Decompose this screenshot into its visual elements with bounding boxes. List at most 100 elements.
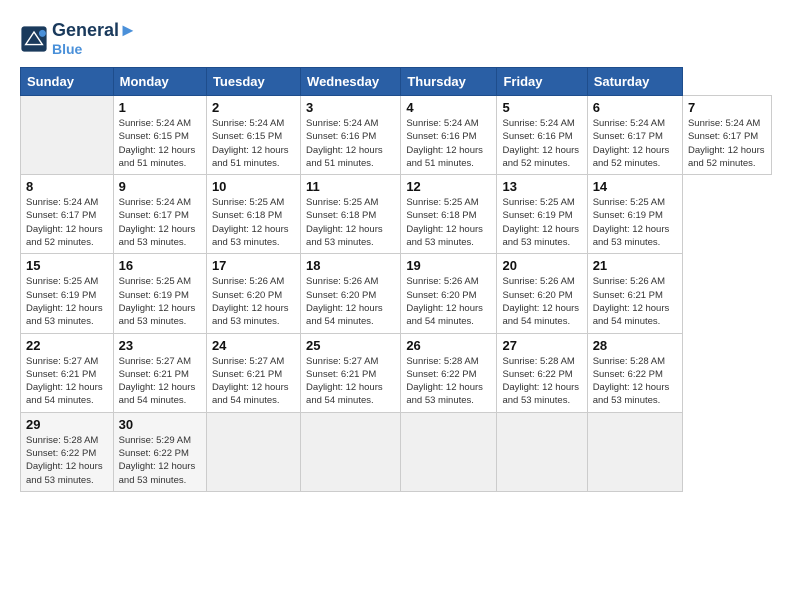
- daylight-text: Daylight: 12 hours and 54 minutes.: [406, 303, 483, 327]
- sunset-text: Sunset: 6:21 PM: [119, 369, 189, 380]
- daylight-text: Daylight: 12 hours and 51 minutes.: [406, 145, 483, 169]
- daylight-text: Daylight: 12 hours and 54 minutes.: [502, 303, 579, 327]
- day-info: Sunrise: 5:27 AM Sunset: 6:21 PM Dayligh…: [306, 355, 395, 408]
- day-number: 7: [688, 100, 766, 115]
- calendar-day-cell: 26 Sunrise: 5:28 AM Sunset: 6:22 PM Dayl…: [401, 333, 497, 412]
- calendar-day-cell: 9 Sunrise: 5:24 AM Sunset: 6:17 PM Dayli…: [113, 175, 206, 254]
- sunset-text: Sunset: 6:15 PM: [119, 131, 189, 142]
- sunset-text: Sunset: 6:22 PM: [26, 448, 96, 459]
- day-number: 4: [406, 100, 491, 115]
- calendar-week-row: 22 Sunrise: 5:27 AM Sunset: 6:21 PM Dayl…: [21, 333, 772, 412]
- day-number: 16: [119, 258, 201, 273]
- day-number: 10: [212, 179, 295, 194]
- calendar-day-cell: 7 Sunrise: 5:24 AM Sunset: 6:17 PM Dayli…: [682, 96, 771, 175]
- day-number: 26: [406, 338, 491, 353]
- calendar-day-cell: 16 Sunrise: 5:25 AM Sunset: 6:19 PM Dayl…: [113, 254, 206, 333]
- sunset-text: Sunset: 6:22 PM: [119, 448, 189, 459]
- day-number: 20: [502, 258, 581, 273]
- day-info: Sunrise: 5:24 AM Sunset: 6:16 PM Dayligh…: [502, 117, 581, 170]
- daylight-text: Daylight: 12 hours and 53 minutes.: [502, 224, 579, 248]
- sunset-text: Sunset: 6:20 PM: [502, 290, 572, 301]
- day-number: 22: [26, 338, 108, 353]
- calendar-header-row: SundayMondayTuesdayWednesdayThursdayFrid…: [21, 68, 772, 96]
- sunrise-text: Sunrise: 5:28 AM: [593, 356, 665, 367]
- day-info: Sunrise: 5:25 AM Sunset: 6:19 PM Dayligh…: [26, 275, 108, 328]
- day-info: Sunrise: 5:26 AM Sunset: 6:20 PM Dayligh…: [306, 275, 395, 328]
- calendar-week-row: 8 Sunrise: 5:24 AM Sunset: 6:17 PM Dayli…: [21, 175, 772, 254]
- logo-text: General► Blue: [52, 20, 137, 57]
- daylight-text: Daylight: 12 hours and 54 minutes.: [119, 382, 196, 406]
- sunrise-text: Sunrise: 5:28 AM: [406, 356, 478, 367]
- sunrise-text: Sunrise: 5:25 AM: [26, 276, 98, 287]
- sunset-text: Sunset: 6:21 PM: [593, 290, 663, 301]
- daylight-text: Daylight: 12 hours and 54 minutes.: [306, 382, 383, 406]
- calendar-day-cell: 17 Sunrise: 5:26 AM Sunset: 6:20 PM Dayl…: [206, 254, 300, 333]
- sunset-text: Sunset: 6:18 PM: [406, 210, 476, 221]
- sunrise-text: Sunrise: 5:24 AM: [502, 118, 574, 129]
- logo-icon: [20, 25, 48, 53]
- weekday-header-thursday: Thursday: [401, 68, 497, 96]
- sunset-text: Sunset: 6:16 PM: [406, 131, 476, 142]
- day-number: 19: [406, 258, 491, 273]
- daylight-text: Daylight: 12 hours and 53 minutes.: [212, 303, 289, 327]
- day-info: Sunrise: 5:25 AM Sunset: 6:18 PM Dayligh…: [212, 196, 295, 249]
- daylight-text: Daylight: 12 hours and 53 minutes.: [26, 303, 103, 327]
- sunrise-text: Sunrise: 5:26 AM: [406, 276, 478, 287]
- day-info: Sunrise: 5:26 AM Sunset: 6:20 PM Dayligh…: [502, 275, 581, 328]
- day-info: Sunrise: 5:24 AM Sunset: 6:16 PM Dayligh…: [406, 117, 491, 170]
- calendar-day-cell: 21 Sunrise: 5:26 AM Sunset: 6:21 PM Dayl…: [587, 254, 682, 333]
- sunrise-text: Sunrise: 5:26 AM: [306, 276, 378, 287]
- calendar-day-cell: 20 Sunrise: 5:26 AM Sunset: 6:20 PM Dayl…: [497, 254, 587, 333]
- sunset-text: Sunset: 6:15 PM: [212, 131, 282, 142]
- calendar-day-cell: 28 Sunrise: 5:28 AM Sunset: 6:22 PM Dayl…: [587, 333, 682, 412]
- calendar-day-cell: 18 Sunrise: 5:26 AM Sunset: 6:20 PM Dayl…: [301, 254, 401, 333]
- calendar-day-cell: [206, 412, 300, 491]
- sunset-text: Sunset: 6:20 PM: [212, 290, 282, 301]
- sunset-text: Sunset: 6:21 PM: [212, 369, 282, 380]
- day-number: 28: [593, 338, 677, 353]
- day-number: 25: [306, 338, 395, 353]
- calendar-day-cell: 24 Sunrise: 5:27 AM Sunset: 6:21 PM Dayl…: [206, 333, 300, 412]
- calendar-day-cell: 2 Sunrise: 5:24 AM Sunset: 6:15 PM Dayli…: [206, 96, 300, 175]
- daylight-text: Daylight: 12 hours and 52 minutes.: [688, 145, 765, 169]
- day-info: Sunrise: 5:24 AM Sunset: 6:17 PM Dayligh…: [688, 117, 766, 170]
- day-info: Sunrise: 5:28 AM Sunset: 6:22 PM Dayligh…: [593, 355, 677, 408]
- day-number: 21: [593, 258, 677, 273]
- daylight-text: Daylight: 12 hours and 53 minutes.: [306, 224, 383, 248]
- sunrise-text: Sunrise: 5:24 AM: [406, 118, 478, 129]
- daylight-text: Daylight: 12 hours and 53 minutes.: [119, 461, 196, 485]
- day-info: Sunrise: 5:24 AM Sunset: 6:16 PM Dayligh…: [306, 117, 395, 170]
- sunrise-text: Sunrise: 5:28 AM: [26, 435, 98, 446]
- sunrise-text: Sunrise: 5:24 AM: [212, 118, 284, 129]
- day-number: 13: [502, 179, 581, 194]
- sunrise-text: Sunrise: 5:27 AM: [212, 356, 284, 367]
- sunrise-text: Sunrise: 5:24 AM: [26, 197, 98, 208]
- daylight-text: Daylight: 12 hours and 53 minutes.: [26, 461, 103, 485]
- day-info: Sunrise: 5:27 AM Sunset: 6:21 PM Dayligh…: [212, 355, 295, 408]
- daylight-text: Daylight: 12 hours and 52 minutes.: [502, 145, 579, 169]
- calendar-day-cell: 6 Sunrise: 5:24 AM Sunset: 6:17 PM Dayli…: [587, 96, 682, 175]
- weekday-header-saturday: Saturday: [587, 68, 682, 96]
- day-info: Sunrise: 5:25 AM Sunset: 6:18 PM Dayligh…: [306, 196, 395, 249]
- sunrise-text: Sunrise: 5:27 AM: [306, 356, 378, 367]
- daylight-text: Daylight: 12 hours and 51 minutes.: [212, 145, 289, 169]
- calendar-day-cell: [587, 412, 682, 491]
- day-number: 15: [26, 258, 108, 273]
- sunset-text: Sunset: 6:19 PM: [119, 290, 189, 301]
- day-info: Sunrise: 5:25 AM Sunset: 6:18 PM Dayligh…: [406, 196, 491, 249]
- sunset-text: Sunset: 6:19 PM: [26, 290, 96, 301]
- day-info: Sunrise: 5:27 AM Sunset: 6:21 PM Dayligh…: [119, 355, 201, 408]
- sunrise-text: Sunrise: 5:25 AM: [119, 276, 191, 287]
- daylight-text: Daylight: 12 hours and 51 minutes.: [306, 145, 383, 169]
- sunset-text: Sunset: 6:20 PM: [306, 290, 376, 301]
- day-number: 12: [406, 179, 491, 194]
- daylight-text: Daylight: 12 hours and 53 minutes.: [502, 382, 579, 406]
- sunset-text: Sunset: 6:18 PM: [212, 210, 282, 221]
- daylight-text: Daylight: 12 hours and 54 minutes.: [306, 303, 383, 327]
- sunset-text: Sunset: 6:18 PM: [306, 210, 376, 221]
- weekday-header-monday: Monday: [113, 68, 206, 96]
- calendar-day-cell: 14 Sunrise: 5:25 AM Sunset: 6:19 PM Dayl…: [587, 175, 682, 254]
- sunrise-text: Sunrise: 5:25 AM: [212, 197, 284, 208]
- calendar-day-cell: 13 Sunrise: 5:25 AM Sunset: 6:19 PM Dayl…: [497, 175, 587, 254]
- day-number: 14: [593, 179, 677, 194]
